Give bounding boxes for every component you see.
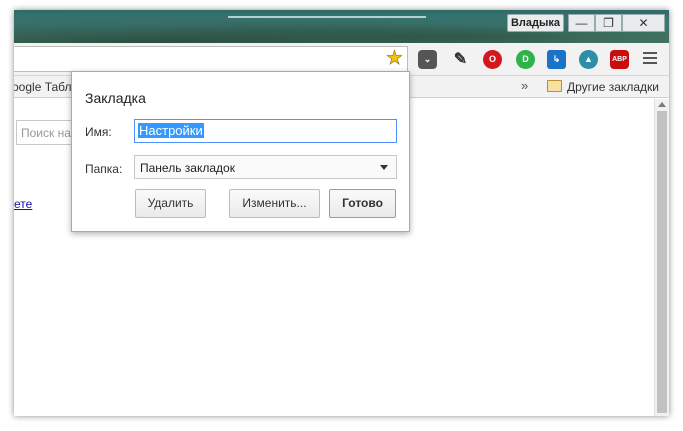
chevron-down-icon — [380, 165, 388, 170]
folder-icon — [547, 80, 562, 92]
bookmarks-overflow-chevron-icon[interactable]: » — [521, 78, 528, 93]
folder-label: Папка: — [85, 162, 123, 176]
name-label: Имя: — [85, 125, 112, 139]
bookmark-dialog: Закладка Имя: Настройки Папка: Панель за… — [71, 71, 410, 232]
other-bookmarks-button[interactable]: Другие закладки — [567, 80, 659, 94]
opera-turbo-icon[interactable]: O — [483, 50, 502, 69]
address-bar[interactable]: ★ — [14, 46, 408, 72]
folder-select[interactable]: Панель закладок — [134, 155, 397, 179]
bookmark-item-google-sheets[interactable]: oogle Табл — [14, 80, 72, 94]
folder-select-value: Панель закладок — [140, 161, 235, 175]
done-button[interactable]: Готово — [329, 189, 396, 218]
bookmark-name-input[interactable]: Настройки — [134, 119, 397, 143]
tab-strip-indicator — [228, 16, 426, 18]
profile-button[interactable]: Владыка — [507, 14, 564, 32]
restore-button[interactable]: ❐ — [595, 14, 622, 32]
minimize-button[interactable]: — — [568, 14, 595, 32]
close-window-button[interactable]: ✕ — [622, 14, 665, 32]
chrome-menu-icon[interactable] — [643, 52, 657, 67]
scroll-up-arrow-icon[interactable] — [658, 102, 666, 107]
scroll-thumb[interactable] — [657, 111, 667, 413]
save-icon[interactable]: ↳ — [547, 50, 566, 69]
delete-button[interactable]: Удалить — [135, 189, 206, 218]
bookmark-star-icon[interactable]: ★ — [386, 48, 404, 70]
vertical-scrollbar[interactable] — [654, 99, 669, 416]
ghostery-icon[interactable]: D — [516, 50, 535, 69]
speed-dial-icon[interactable]: ▲ — [579, 50, 598, 69]
adblock-plus-icon[interactable]: ABP — [610, 50, 629, 69]
bookmark-name-value: Настройки — [138, 123, 204, 138]
title-bar: Владыка — ❐ ✕ — [14, 10, 669, 43]
edit-button[interactable]: Изменить... — [229, 189, 320, 218]
pocket-icon[interactable]: ⌄ — [418, 50, 437, 69]
dialog-title: Закладка — [85, 90, 146, 106]
page-link[interactable]: ете — [14, 197, 32, 211]
screenshot-frame: Владыка — ❐ ✕ ★ ⌄ ✎ O D ↳ ▲ ABP oogle Та… — [0, 0, 683, 431]
evernote-icon[interactable]: ✎ — [451, 50, 470, 69]
